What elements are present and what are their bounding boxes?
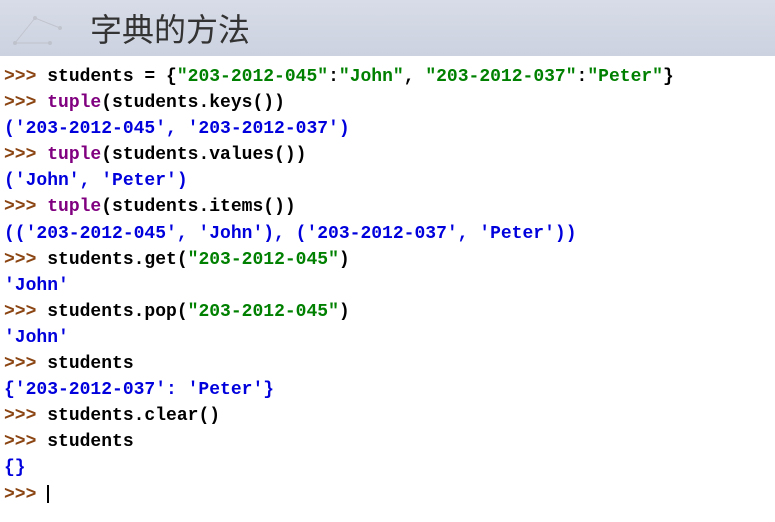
code-token: ) <box>339 250 350 270</box>
code-line: >>> students = {"203-2012-045":"John", "… <box>4 64 771 90</box>
repl-prompt: >>> <box>4 354 47 374</box>
code-line: >>> tuple(students.keys()) <box>4 90 771 116</box>
code-token: "203-2012-037" <box>425 67 576 87</box>
code-line: >>> tuple(students.items()) <box>4 194 771 220</box>
code-token: (students.values()) <box>101 145 306 165</box>
python-repl: >>> students = {"203-2012-045":"John", "… <box>0 56 775 516</box>
code-line: ('John', 'Peter') <box>4 168 771 194</box>
output-text: 'John' <box>4 276 69 296</box>
output-text: (('203-2012-045', 'John'), ('203-2012-03… <box>4 224 577 244</box>
code-line: >>> tuple(students.values()) <box>4 142 771 168</box>
output-text: ('203-2012-045', '203-2012-037') <box>4 119 350 139</box>
code-token: "203-2012-045" <box>188 302 339 322</box>
code-token: tuple <box>47 197 101 217</box>
code-token: students.pop( <box>47 302 187 322</box>
code-line: >>> students <box>4 351 771 377</box>
code-line: >>> students <box>4 429 771 455</box>
code-token: students = { <box>47 67 177 87</box>
output-text: {'203-2012-037': 'Peter'} <box>4 380 274 400</box>
code-line: {} <box>4 455 771 481</box>
code-token: , <box>404 67 426 87</box>
repl-prompt: >>> <box>4 250 47 270</box>
code-token: ) <box>339 302 350 322</box>
code-token: students.get( <box>47 250 187 270</box>
code-line: >>> students.get("203-2012-045") <box>4 247 771 273</box>
repl-prompt: >>> <box>4 302 47 322</box>
code-line: >>> students.pop("203-2012-045") <box>4 299 771 325</box>
code-token: tuple <box>47 93 101 113</box>
code-token: : <box>328 67 339 87</box>
repl-prompt: >>> <box>4 406 47 426</box>
code-token: students.clear() <box>47 406 220 426</box>
code-token: } <box>663 67 674 87</box>
repl-prompt: >>> <box>4 197 47 217</box>
text-cursor <box>47 485 49 503</box>
repl-prompt: >>> <box>4 485 47 505</box>
code-token: (students.items()) <box>101 197 295 217</box>
code-line: {'203-2012-037': 'Peter'} <box>4 377 771 403</box>
repl-prompt: >>> <box>4 432 47 452</box>
code-line: 'John' <box>4 325 771 351</box>
code-token: tuple <box>47 145 101 165</box>
output-text: {} <box>4 458 26 478</box>
output-text: ('John', 'Peter') <box>4 171 188 191</box>
code-token: : <box>577 67 588 87</box>
header-decoration <box>10 8 70 48</box>
repl-prompt: >>> <box>4 145 47 165</box>
repl-prompt: >>> <box>4 93 47 113</box>
code-token: "203-2012-045" <box>177 67 328 87</box>
repl-prompt: >>> <box>4 67 47 87</box>
slide-header: 字典的方法 <box>0 0 775 56</box>
code-line: >>> students.clear() <box>4 403 771 429</box>
code-token: "Peter" <box>587 67 663 87</box>
code-line: (('203-2012-045', 'John'), ('203-2012-03… <box>4 221 771 247</box>
slide-title: 字典的方法 <box>90 5 250 51</box>
code-line: 'John' <box>4 273 771 299</box>
code-line: ('203-2012-045', '203-2012-037') <box>4 116 771 142</box>
code-token: "John" <box>339 67 404 87</box>
code-token: students <box>47 432 133 452</box>
code-line: >>> <box>4 482 771 508</box>
code-token: (students.keys()) <box>101 93 285 113</box>
code-token: "203-2012-045" <box>188 250 339 270</box>
output-text: 'John' <box>4 328 69 348</box>
code-token: students <box>47 354 133 374</box>
